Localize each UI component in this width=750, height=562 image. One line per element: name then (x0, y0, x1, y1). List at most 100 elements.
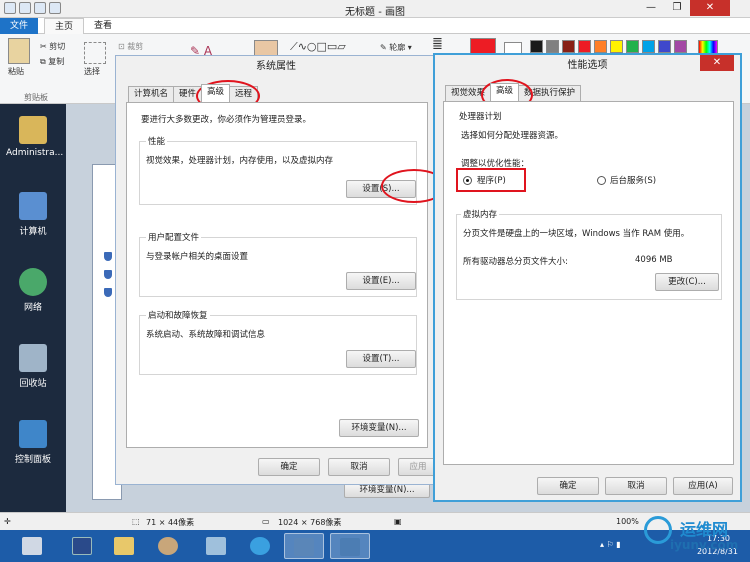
size-icon[interactable]: ≡ ≡ (432, 35, 443, 53)
powershell-icon[interactable] (62, 533, 102, 559)
zoom-level[interactable]: 100% (616, 517, 639, 526)
apply-button[interactable]: 应用 (398, 458, 438, 476)
desktop-icon-label: 回收站 (19, 379, 47, 389)
taskbar: ▴ ⚐ ▮ 17:30 2012/8/31 (0, 530, 750, 562)
minimize-icon[interactable]: — (640, 0, 662, 16)
desktop-icon-label: Administra... (6, 148, 64, 158)
palette-swatch[interactable] (658, 40, 671, 53)
copy-button[interactable]: ⧉ 复制 (40, 56, 64, 67)
dialog-title: 性能选项 (567, 60, 608, 71)
outline-button[interactable]: ✎ 轮廓 ▾ (380, 42, 412, 53)
desktop-icon-label: 计算机 (19, 227, 47, 237)
group-title: 启动和故障恢复 (146, 309, 210, 321)
file-explorer-icon[interactable] (104, 533, 144, 559)
tab-home[interactable]: 主页 (44, 18, 85, 34)
paste-button[interactable]: 粘贴 (8, 66, 24, 77)
crop-button[interactable]: ⊡ 裁剪 (118, 41, 143, 52)
annotation-rectangle (456, 168, 526, 192)
outline-icon: ✎ (380, 43, 387, 52)
shield-icon (104, 288, 112, 297)
tab-view[interactable]: 查看 (84, 18, 122, 34)
close-icon[interactable]: ✕ (690, 0, 730, 16)
palette-swatch[interactable] (594, 40, 607, 53)
user-profiles-group: 用户配置文件 与登录帐户相关的桌面设置 设置(E)... (139, 231, 417, 297)
app-taskbar-icon[interactable] (196, 533, 236, 559)
palette-swatch[interactable] (578, 40, 591, 53)
palette-swatch[interactable] (642, 40, 655, 53)
system-properties-dialog: 系统属性 计算机名 硬件 高级 远程 要进行大多数更改，你必须作为管理员登录。 … (115, 55, 447, 485)
system-properties-taskbar-icon[interactable] (284, 533, 324, 559)
internet-explorer-icon[interactable] (240, 533, 280, 559)
environment-variables-button[interactable]: 环境变量(N)... (339, 419, 419, 437)
palette-swatch[interactable] (546, 40, 559, 53)
paint-title-bar: 无标题 - 画图 — ❐ ✕ (0, 0, 750, 18)
selection-size: 71 × 44像素 (146, 518, 195, 527)
group-desc: 选择如何分配处理器资源。 (461, 131, 564, 141)
control-panel-icon (19, 420, 47, 448)
background-services-label[interactable]: 后台服务(S) (610, 174, 656, 186)
startup-recovery-group: 启动和故障恢复 系统启动、系统故障和调试信息 设置(T)... (139, 309, 417, 375)
background-services-radio[interactable] (597, 176, 606, 185)
desktop: Administra... 计算机 网络 回收站 控制面板 (0, 104, 66, 522)
crop-icon: ⊡ (118, 42, 125, 51)
change-button[interactable]: 更改(C)... (655, 273, 719, 291)
desktop-icon-recycle[interactable]: 回收站 (6, 344, 60, 389)
palette-swatch[interactable] (610, 40, 623, 53)
tab-file[interactable]: 文件 (0, 18, 39, 34)
desktop-icon-label: 控制面板 (14, 455, 51, 465)
clipboard-group-label: 剪贴板 (24, 93, 48, 102)
ok-button[interactable]: 确定 (258, 458, 320, 476)
user-folder-icon (19, 116, 47, 144)
performance-options-taskbar-icon[interactable] (330, 533, 370, 559)
apply-button[interactable]: 应用(A) (673, 477, 733, 495)
paint-taskbar-icon[interactable] (148, 533, 188, 559)
tab-advanced[interactable]: 高级 (201, 84, 231, 102)
ok-button[interactable]: 确定 (537, 477, 599, 495)
server-manager-icon[interactable] (12, 533, 52, 559)
group-title: 处理器计划 (457, 110, 504, 122)
copy-icon: ⧉ (40, 57, 46, 66)
dialog-title: 系统属性 (256, 61, 296, 72)
group-title: 用户配置文件 (146, 231, 202, 243)
tab-computer-name[interactable]: 计算机名 (128, 86, 175, 102)
selection-icon: ⬚ (132, 517, 140, 526)
recycle-bin-icon (19, 344, 47, 372)
restore-icon[interactable]: ❐ (666, 0, 688, 16)
close-icon[interactable]: ✕ (700, 55, 734, 71)
cancel-button[interactable]: 取消 (605, 477, 667, 495)
select-button[interactable]: 选择 (84, 66, 100, 77)
shapes-gallery[interactable]: ⟋∿○□▭▱ (290, 40, 346, 54)
disk-icon: ▣ (394, 517, 402, 526)
watermark-logo-icon (644, 516, 672, 544)
group-desc: 与登录帐户相关的桌面设置 (146, 252, 249, 262)
group-desc: 分页文件是硬盘上的一块区域，Windows 当作 RAM 使用。 (463, 229, 690, 239)
desktop-icon-control-panel[interactable]: 控制面板 (6, 420, 60, 465)
performance-group: 性能 视觉效果，处理器计划，内存使用，以及虚拟内存 设置(S)... (139, 135, 417, 205)
watermark-brand: 运维网 (680, 520, 729, 539)
watermark-site: iyunv.com (670, 538, 739, 552)
palette-swatch[interactable] (674, 40, 687, 53)
tray-icons[interactable]: ▴ ⚐ ▮ (600, 540, 621, 549)
crosshair-icon: ✛ (4, 517, 11, 526)
desktop-icon-label: 网络 (23, 303, 42, 313)
cancel-button[interactable]: 取消 (328, 458, 390, 476)
tab-panel: 要进行大多数更改，你必须作为管理员登录。 性能 视觉效果，处理器计划，内存使用，… (126, 102, 447, 448)
desktop-icon-computer[interactable]: 计算机 (6, 192, 60, 237)
desktop-icon-network[interactable]: 网络 (6, 268, 60, 313)
paste-icon[interactable] (8, 38, 30, 64)
palette-swatch[interactable] (562, 40, 575, 53)
group-title: 性能 (146, 135, 168, 147)
canvas-size: 1024 × 768像素 (278, 518, 342, 527)
canvas-size-icon: ▭ (262, 517, 270, 526)
desktop-icon-admin[interactable]: Administra... (6, 116, 64, 158)
startup-settings-button[interactable]: 设置(T)... (346, 350, 416, 368)
profile-settings-button[interactable]: 设置(E)... (346, 272, 416, 290)
tab-advanced[interactable]: 高级 (490, 83, 520, 101)
scissors-icon: ✂ (40, 42, 47, 51)
network-icon (19, 268, 47, 296)
select-icon[interactable] (84, 42, 106, 64)
palette-swatch[interactable] (530, 40, 543, 53)
palette-swatch[interactable] (626, 40, 639, 53)
cut-button[interactable]: ✂ 剪切 (40, 41, 65, 52)
ribbon-tabs: 文件 主页 查看 (0, 18, 750, 34)
